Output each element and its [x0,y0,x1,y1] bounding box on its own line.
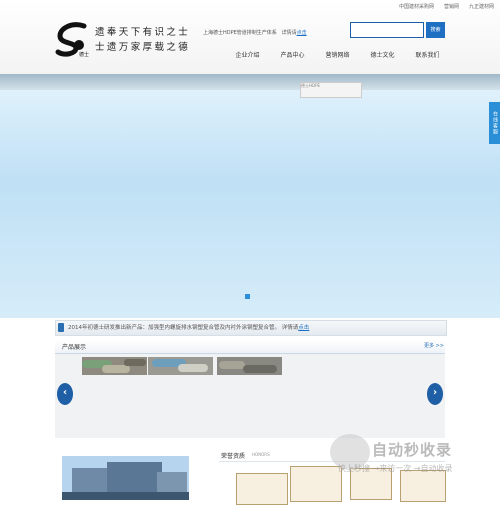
watermark-text: 自动秒收录 [372,441,453,459]
banner-thumbnail: 德士HDPE [300,82,362,98]
hotline-label: 上海德士HDPE管道排制生产体系 [203,30,277,36]
chevron-left-icon: ‹ [62,387,68,398]
nav-item-culture[interactable]: 德士文化 [360,50,405,59]
news-link[interactable]: 点击 [298,325,309,331]
slogan-line: 士遗万家厚载之德 [95,42,191,53]
watermark-subtext: 快上秒搜 →来访一次 →自动收录 [338,464,453,473]
logo-text: 德士 [79,51,89,58]
hotline-prefix: 详情请 [281,30,297,36]
online-service-tab[interactable]: 在线客服 [489,102,500,144]
chevron-right-icon: › [432,387,438,398]
top-links: 中国建材采购网 营销网 九正建材网 [399,3,494,10]
honors-subtitle: HONORS [252,452,270,457]
certificate-image[interactable] [290,466,342,502]
speaker-icon [58,323,64,332]
news-text: 2014年初德士研发推出新产品：加强型内螺旋排水钢塑复合管及内衬外涂钢塑复合管。… [68,325,299,331]
hotline-text: 上海德士HDPE管道排制生产体系 详情请点击 [203,29,307,36]
news-ticker: 2014年初德士研发推出新产品：加强型内螺旋排水钢塑复合管及内衬外涂钢塑复合管。… [55,320,447,336]
search-input[interactable] [350,22,424,38]
carousel-prev-button[interactable]: ‹ [57,383,73,405]
nav-item-contact[interactable]: 联系我们 [405,50,450,59]
hotline-link[interactable]: 点击 [297,30,307,36]
products-header [55,340,445,354]
slider-indicator[interactable] [245,294,250,299]
product-image[interactable] [148,357,213,375]
slogan-line: 遗奉天下有识之士 [95,27,191,38]
certificate-image[interactable] [400,470,446,502]
search-button[interactable]: 搜索 [426,22,445,38]
main-nav: 企业介绍 产品中心 营销网络 德士文化 联系我们 [225,50,450,59]
product-image[interactable] [217,357,282,375]
nav-item-marketing[interactable]: 营销网络 [315,50,360,59]
certificate-image[interactable] [236,473,288,505]
top-link[interactable]: 九正建材网 [469,3,494,10]
product-image[interactable] [82,357,147,375]
top-link[interactable]: 营销网 [444,3,459,10]
carousel-next-button[interactable]: › [427,383,443,405]
slogan: 遗奉天下有识之士 士遗万家厚载之德 [95,25,190,55]
products-more-link[interactable]: 更多 >> [424,342,444,349]
top-link[interactable]: 中国建材采购网 [399,3,434,10]
nav-item-about[interactable]: 企业介绍 [225,50,270,59]
banner-strip [0,74,500,90]
company-building-image [62,456,189,500]
products-title: 产品展示 [62,344,87,351]
banner-thumb-text: 德士HDPE [301,83,321,88]
hero-banner[interactable] [0,90,500,318]
honors-title: 荣誉资质 [221,453,246,460]
nav-item-products[interactable]: 产品中心 [270,50,315,59]
company-logo[interactable]: 德士 [54,22,90,58]
